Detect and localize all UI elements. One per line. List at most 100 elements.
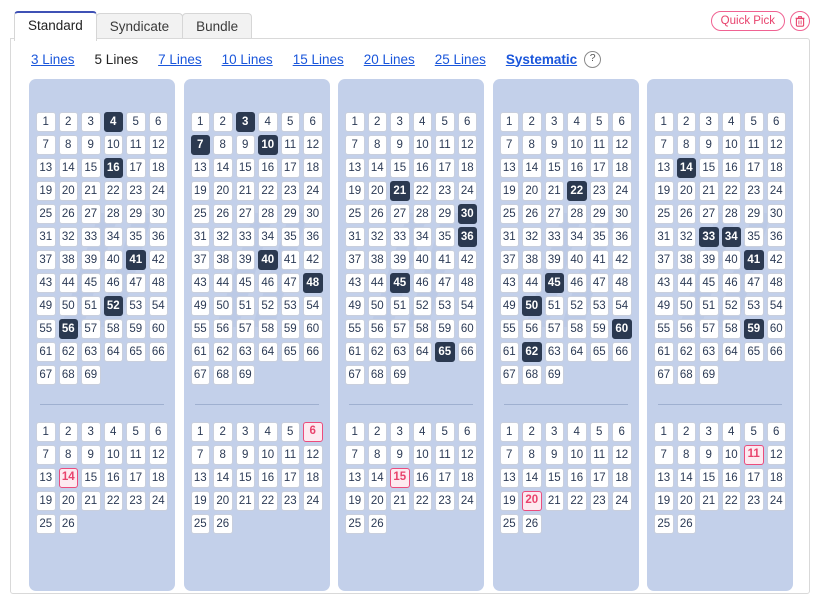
main-number-cell-20[interactable]: 20 (676, 181, 696, 201)
main-number-cell-24[interactable]: 24 (457, 181, 477, 201)
bonus-number-cell-17[interactable]: 17 (744, 468, 764, 488)
main-number-cell-53[interactable]: 53 (126, 296, 146, 316)
bonus-number-cell-16[interactable]: 16 (258, 468, 278, 488)
bonus-number-cell-22[interactable]: 22 (412, 491, 432, 511)
main-number-cell-12[interactable]: 12 (148, 135, 168, 155)
main-number-cell-53[interactable]: 53 (589, 296, 609, 316)
main-number-cell-1[interactable]: 1 (499, 112, 519, 132)
main-number-cell-69[interactable]: 69 (544, 365, 564, 385)
main-number-cell-61[interactable]: 61 (345, 342, 365, 362)
main-number-cell-46[interactable]: 46 (721, 273, 741, 293)
bonus-number-cell-18[interactable]: 18 (612, 468, 632, 488)
bonus-number-cell-5[interactable]: 5 (280, 422, 300, 442)
main-number-cell-68[interactable]: 68 (367, 365, 387, 385)
main-number-cell-46[interactable]: 46 (412, 273, 432, 293)
main-number-cell-61[interactable]: 61 (654, 342, 674, 362)
quick-pick-button[interactable]: Quick Pick (710, 11, 785, 31)
tab-syndicate[interactable]: Syndicate (95, 13, 184, 41)
bonus-number-cell-5[interactable]: 5 (435, 422, 455, 442)
main-number-cell-19[interactable]: 19 (36, 181, 56, 201)
main-number-cell-4[interactable]: 4 (258, 112, 278, 132)
main-number-cell-66[interactable]: 66 (148, 342, 168, 362)
bonus-number-cell-11[interactable]: 11 (126, 445, 146, 465)
main-number-cell-13[interactable]: 13 (345, 158, 365, 178)
main-number-cell-26[interactable]: 26 (676, 204, 696, 224)
main-number-cell-63[interactable]: 63 (81, 342, 101, 362)
main-number-cell-26[interactable]: 26 (213, 204, 233, 224)
bonus-number-cell-25[interactable]: 25 (499, 514, 519, 534)
main-number-cell-58[interactable]: 58 (721, 319, 741, 339)
main-number-cell-66[interactable]: 66 (766, 342, 786, 362)
bonus-number-cell-22[interactable]: 22 (567, 491, 587, 511)
main-number-cell-31[interactable]: 31 (36, 227, 56, 247)
main-number-cell-51[interactable]: 51 (390, 296, 410, 316)
main-number-cell-67[interactable]: 67 (190, 365, 210, 385)
main-number-cell-44[interactable]: 44 (58, 273, 78, 293)
main-number-cell-50[interactable]: 50 (58, 296, 78, 316)
main-number-cell-18[interactable]: 18 (148, 158, 168, 178)
bonus-number-cell-18[interactable]: 18 (766, 468, 786, 488)
bonus-number-cell-2[interactable]: 2 (367, 422, 387, 442)
main-number-cell-37[interactable]: 37 (345, 250, 365, 270)
main-number-cell-39[interactable]: 39 (699, 250, 719, 270)
main-number-cell-43[interactable]: 43 (499, 273, 519, 293)
main-number-cell-62[interactable]: 62 (676, 342, 696, 362)
main-number-cell-47[interactable]: 47 (435, 273, 455, 293)
main-number-cell-54[interactable]: 54 (766, 296, 786, 316)
bonus-number-cell-26[interactable]: 26 (676, 514, 696, 534)
main-number-cell-50[interactable]: 50 (522, 296, 542, 316)
main-number-cell-9[interactable]: 9 (235, 135, 255, 155)
bonus-number-cell-1[interactable]: 1 (36, 422, 56, 442)
bonus-number-cell-19[interactable]: 19 (499, 491, 519, 511)
main-number-cell-35[interactable]: 35 (435, 227, 455, 247)
main-number-cell-32[interactable]: 32 (58, 227, 78, 247)
bonus-number-cell-8[interactable]: 8 (522, 445, 542, 465)
main-number-cell-12[interactable]: 12 (766, 135, 786, 155)
main-number-cell-48[interactable]: 48 (612, 273, 632, 293)
line-count-link-20-lines[interactable]: 20 Lines (364, 52, 415, 67)
bonus-number-cell-21[interactable]: 21 (544, 491, 564, 511)
main-number-cell-3[interactable]: 3 (235, 112, 255, 132)
main-number-cell-44[interactable]: 44 (676, 273, 696, 293)
main-number-cell-41[interactable]: 41 (435, 250, 455, 270)
main-number-cell-45[interactable]: 45 (390, 273, 410, 293)
bonus-number-cell-23[interactable]: 23 (435, 491, 455, 511)
bonus-number-cell-7[interactable]: 7 (36, 445, 56, 465)
bonus-number-cell-5[interactable]: 5 (126, 422, 146, 442)
main-number-cell-55[interactable]: 55 (190, 319, 210, 339)
main-number-cell-30[interactable]: 30 (612, 204, 632, 224)
main-number-cell-67[interactable]: 67 (36, 365, 56, 385)
main-number-cell-26[interactable]: 26 (58, 204, 78, 224)
bonus-number-cell-3[interactable]: 3 (235, 422, 255, 442)
main-number-cell-35[interactable]: 35 (744, 227, 764, 247)
main-number-cell-1[interactable]: 1 (654, 112, 674, 132)
main-number-cell-32[interactable]: 32 (676, 227, 696, 247)
bonus-number-cell-9[interactable]: 9 (81, 445, 101, 465)
main-number-cell-39[interactable]: 39 (81, 250, 101, 270)
main-number-cell-31[interactable]: 31 (345, 227, 365, 247)
main-number-cell-44[interactable]: 44 (367, 273, 387, 293)
main-number-cell-60[interactable]: 60 (457, 319, 477, 339)
main-number-cell-59[interactable]: 59 (435, 319, 455, 339)
main-number-cell-2[interactable]: 2 (522, 112, 542, 132)
main-number-cell-1[interactable]: 1 (36, 112, 56, 132)
main-number-cell-64[interactable]: 64 (567, 342, 587, 362)
main-number-cell-50[interactable]: 50 (676, 296, 696, 316)
main-number-cell-41[interactable]: 41 (126, 250, 146, 270)
bonus-number-cell-1[interactable]: 1 (190, 422, 210, 442)
main-number-cell-56[interactable]: 56 (213, 319, 233, 339)
bonus-number-cell-19[interactable]: 19 (190, 491, 210, 511)
main-number-cell-68[interactable]: 68 (213, 365, 233, 385)
bonus-number-cell-19[interactable]: 19 (345, 491, 365, 511)
main-number-cell-13[interactable]: 13 (190, 158, 210, 178)
main-number-cell-13[interactable]: 13 (654, 158, 674, 178)
main-number-cell-4[interactable]: 4 (103, 112, 123, 132)
main-number-cell-20[interactable]: 20 (367, 181, 387, 201)
main-number-cell-57[interactable]: 57 (390, 319, 410, 339)
main-number-cell-8[interactable]: 8 (213, 135, 233, 155)
main-number-cell-62[interactable]: 62 (58, 342, 78, 362)
main-number-cell-4[interactable]: 4 (567, 112, 587, 132)
bonus-number-cell-24[interactable]: 24 (303, 491, 323, 511)
main-number-cell-49[interactable]: 49 (499, 296, 519, 316)
main-number-cell-2[interactable]: 2 (367, 112, 387, 132)
